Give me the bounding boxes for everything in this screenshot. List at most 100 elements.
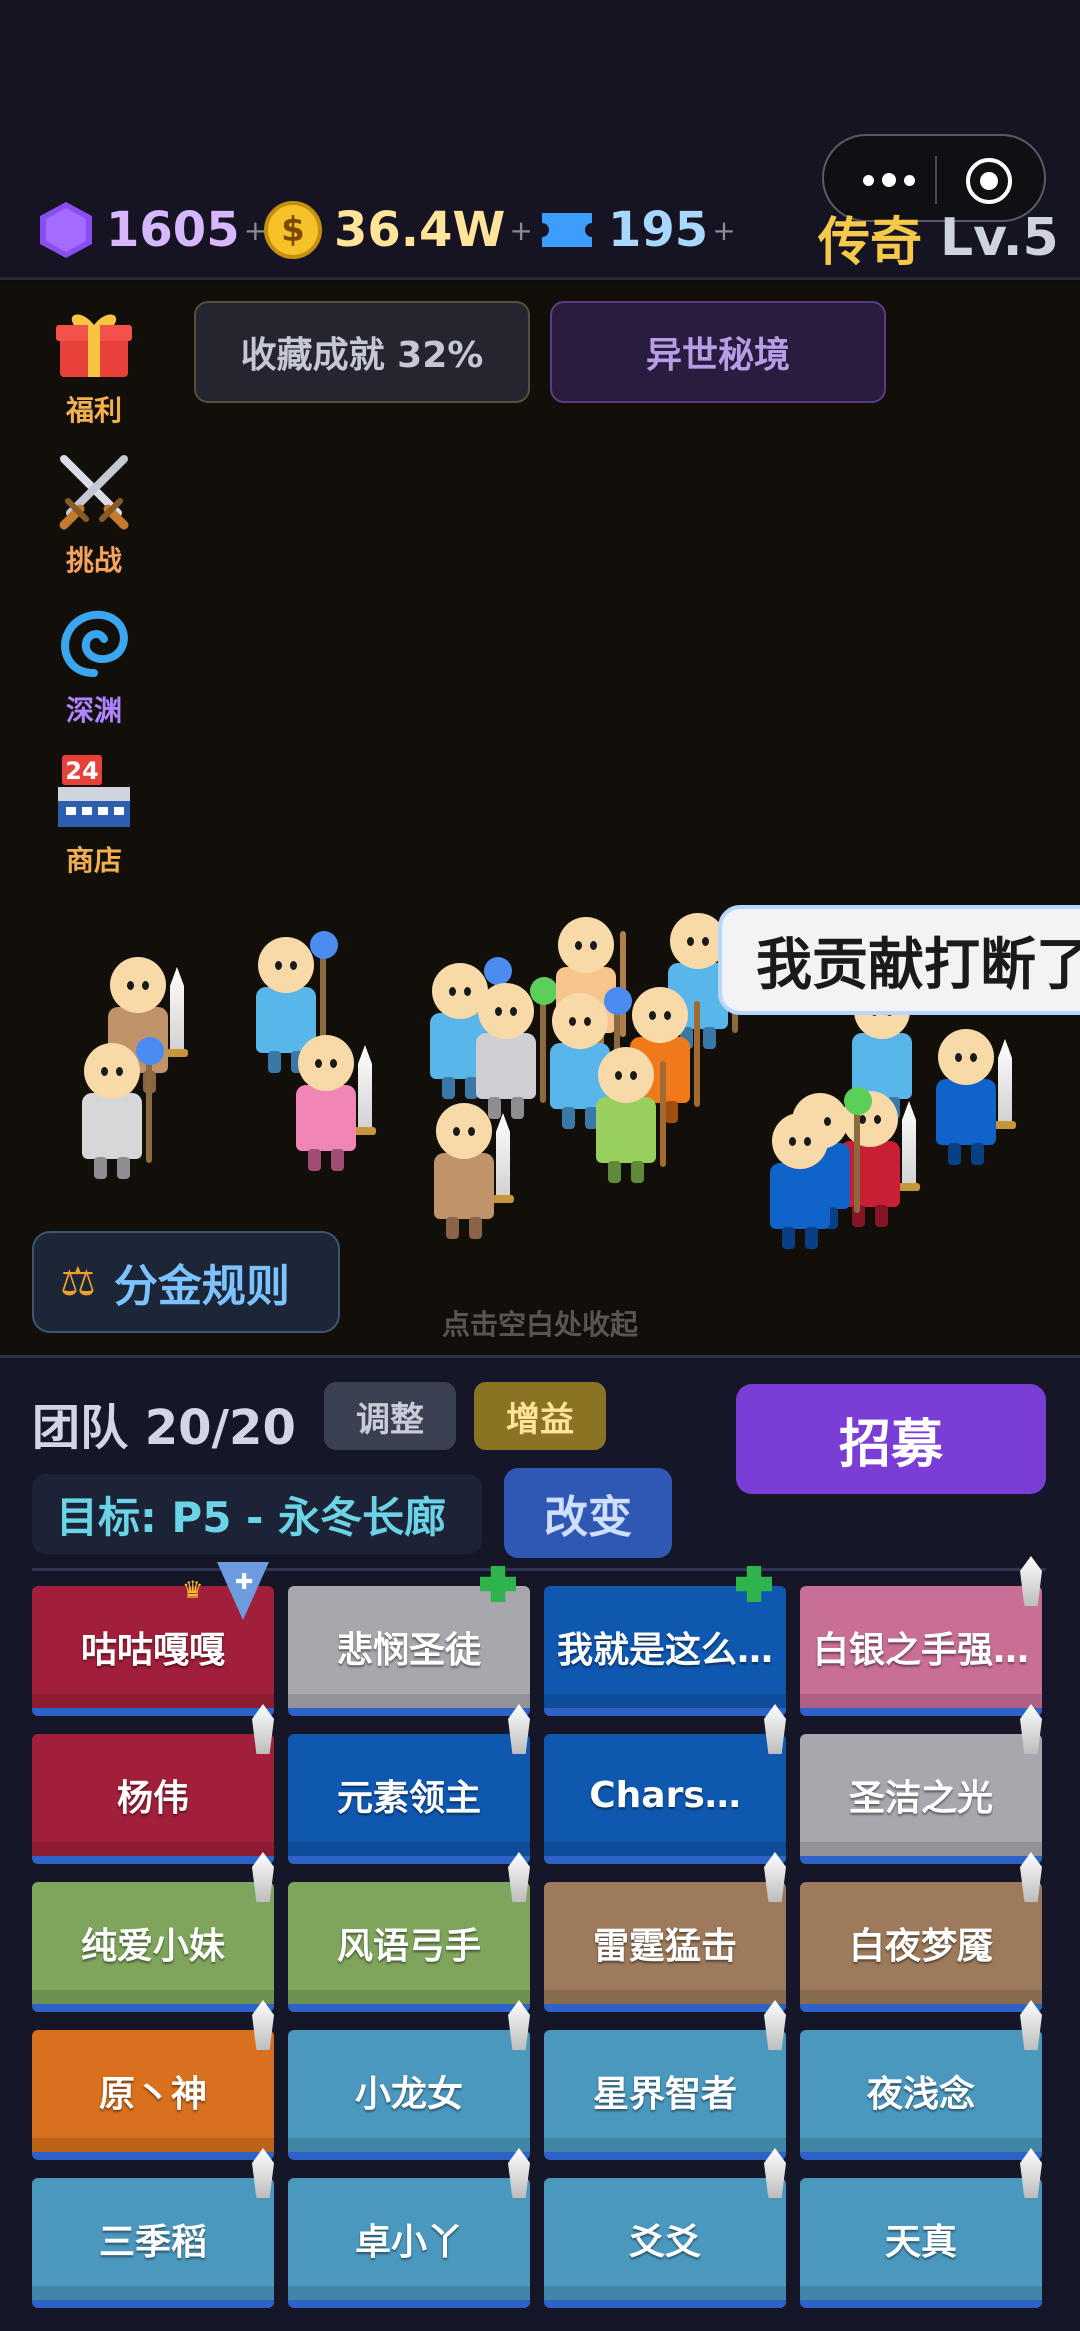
sidebar-item-welfare[interactable]: 福利	[50, 307, 138, 429]
achievement-button[interactable]: 收藏成就 32%	[194, 301, 530, 403]
member-name: 悲悯圣徒	[336, 1630, 481, 1671]
member-card[interactable]: 爻爻	[544, 2148, 786, 2308]
gold-counter[interactable]: $ 36.4W +	[264, 198, 533, 262]
member-name: 小龙女	[354, 2074, 463, 2115]
member-grid: ♛ ✚ 咕咕嘎嘎 悲悯圣徒 我就是这么… 白银之手强… 杨伟 元素领主 Chars……	[32, 1556, 1046, 2308]
collapse-hint: 点击空白处收起	[441, 1308, 638, 1341]
member-name: 圣洁之光	[848, 1778, 993, 1819]
member-card[interactable]: ♛ ✚ 咕咕嘎嘎	[32, 1562, 274, 1716]
member-card[interactable]: 我就是这么…	[544, 1566, 786, 1716]
member-card[interactable]: 杨伟	[32, 1704, 274, 1864]
scales-icon: ⚖	[60, 1259, 96, 1305]
capsule-divider	[935, 156, 937, 204]
member-card[interactable]: 原丶神	[32, 2000, 274, 2160]
member-name: 星界智者	[592, 2074, 737, 2115]
sidebar-label-abyss: 深渊	[65, 694, 122, 727]
member-name: 纯爱小妹	[80, 1926, 225, 1967]
close-miniprogram-icon[interactable]	[966, 158, 1012, 204]
member-card[interactable]: 纯爱小妹	[32, 1852, 274, 2012]
team-count: 团队 20/20	[32, 1400, 296, 1456]
ticket-counter[interactable]: 195 +	[538, 198, 736, 262]
ticket-plus[interactable]: +	[712, 214, 735, 247]
sidebar-item-shop[interactable]: 24 商店	[50, 753, 138, 879]
buff-button[interactable]: 增益	[474, 1382, 606, 1450]
player-rank[interactable]: 传奇 Lv.5	[818, 200, 1059, 275]
member-card[interactable]: 夜浅念	[800, 2000, 1042, 2160]
member-card[interactable]: 白夜梦魇	[800, 1852, 1042, 2012]
gift-icon	[56, 314, 132, 377]
sidebar-label-shop: 商店	[65, 844, 122, 877]
sidebar-label-welfare: 福利	[65, 394, 122, 427]
member-name: 原丶神	[98, 2074, 207, 2115]
member-card[interactable]: 天真	[800, 2148, 1042, 2308]
member-card[interactable]: 白银之手强…	[800, 1556, 1042, 1716]
ticket-value: 195	[608, 202, 709, 258]
shop-badge: 24	[65, 757, 98, 785]
hero-sprite	[296, 1035, 376, 1175]
member-card[interactable]: 悲悯圣徒	[288, 1566, 530, 1716]
gold-coin-icon: $	[264, 201, 322, 259]
crown-icon: ♛	[182, 1576, 204, 1604]
member-card[interactable]: 圣洁之光	[800, 1704, 1042, 1864]
sidebar-label-challenge: 挑战	[65, 544, 122, 577]
vortex-icon	[61, 610, 128, 677]
rank-title: 传奇	[818, 213, 923, 273]
change-target-button[interactable]: 改变	[504, 1468, 672, 1558]
member-card[interactable]: 元素领主	[288, 1704, 530, 1864]
shop-calendar-icon: 24	[58, 755, 130, 827]
gem-counter[interactable]: 1605 +	[38, 198, 267, 262]
sidebar-item-challenge[interactable]: 挑战	[50, 453, 138, 579]
crossed-swords-icon	[59, 455, 129, 530]
member-name: 白夜梦魇	[848, 1926, 993, 1967]
member-name: 元素领主	[336, 1778, 481, 1819]
more-icon[interactable]	[854, 158, 924, 202]
heal-cross-icon	[480, 1566, 516, 1602]
gem-value: 1605	[106, 202, 240, 258]
hero-sprite	[82, 1037, 164, 1183]
blue-ticket-icon	[542, 213, 592, 247]
member-card[interactable]: 小龙女	[288, 2000, 530, 2160]
speech-bubble: 我贡献打断了	[718, 905, 1080, 1015]
member-card[interactable]: 风语弓手	[288, 1852, 530, 2012]
hero-sprite	[770, 1113, 830, 1253]
member-name: 爻爻	[628, 2222, 701, 2263]
battle-field[interactable]: 福利 挑战 深渊 24 商店 收藏成就 32% 异世秘境 我贡献打断了 ⚖ 分金…	[0, 283, 1080, 1355]
member-name: Chars…	[589, 1774, 741, 1816]
player-level: Lv.5	[940, 207, 1059, 268]
hero-sprite	[434, 1103, 514, 1243]
member-name: 夜浅念	[866, 2074, 975, 2115]
member-name: 风语弓手	[336, 1926, 481, 1967]
sidebar-item-abyss[interactable]: 深渊	[50, 603, 138, 729]
hero-sprite	[476, 977, 558, 1123]
top-header: 1605 + $ 36.4W + 195 + 传奇 Lv.5	[0, 0, 1080, 280]
gold-value: 36.4W	[334, 202, 506, 258]
member-name: 雷霆猛击	[592, 1926, 737, 1967]
adjust-button[interactable]: 调整	[324, 1382, 456, 1450]
hero-sprite	[596, 1047, 666, 1187]
gold-rules-label: 分金规则	[113, 1261, 290, 1312]
member-name: 咕咕嘎嘎	[80, 1630, 225, 1671]
target-stage: 目标: P5 - 永冬长廊	[32, 1474, 482, 1554]
panel-divider	[32, 1568, 1046, 1571]
gold-plus[interactable]: +	[509, 214, 532, 247]
member-card[interactable]: 雷霆猛击	[544, 1852, 786, 2012]
member-card[interactable]: 三季稻	[32, 2148, 274, 2308]
member-name: 三季稻	[98, 2222, 207, 2263]
member-name: 天真	[884, 2222, 957, 2263]
member-name: 我就是这么…	[556, 1630, 773, 1671]
member-name: 白银之手强…	[812, 1630, 1029, 1671]
hero-sprite	[936, 1029, 1016, 1169]
member-card[interactable]: Chars…	[544, 1704, 786, 1864]
shield-icon: ✚	[217, 1562, 269, 1620]
member-card[interactable]: 卓小丫	[288, 2148, 530, 2308]
member-name: 杨伟	[116, 1778, 189, 1819]
secret-realm-button[interactable]: 异世秘境	[550, 301, 886, 403]
recruit-button[interactable]: 招募	[736, 1384, 1046, 1494]
team-panel: 团队 20/20 调整 增益 招募 目标: P5 - 永冬长廊 改变 ♛ ✚ 咕咕嘎…	[0, 1355, 1080, 2331]
member-name: 卓小丫	[354, 2222, 463, 2263]
purple-hexagon-gem-icon	[40, 202, 92, 258]
gold-rules-button[interactable]: ⚖ 分金规则	[32, 1231, 340, 1333]
member-card[interactable]: 星界智者	[544, 2000, 786, 2160]
heal-cross-icon	[736, 1566, 772, 1602]
sword-icon	[1020, 1556, 1042, 1606]
